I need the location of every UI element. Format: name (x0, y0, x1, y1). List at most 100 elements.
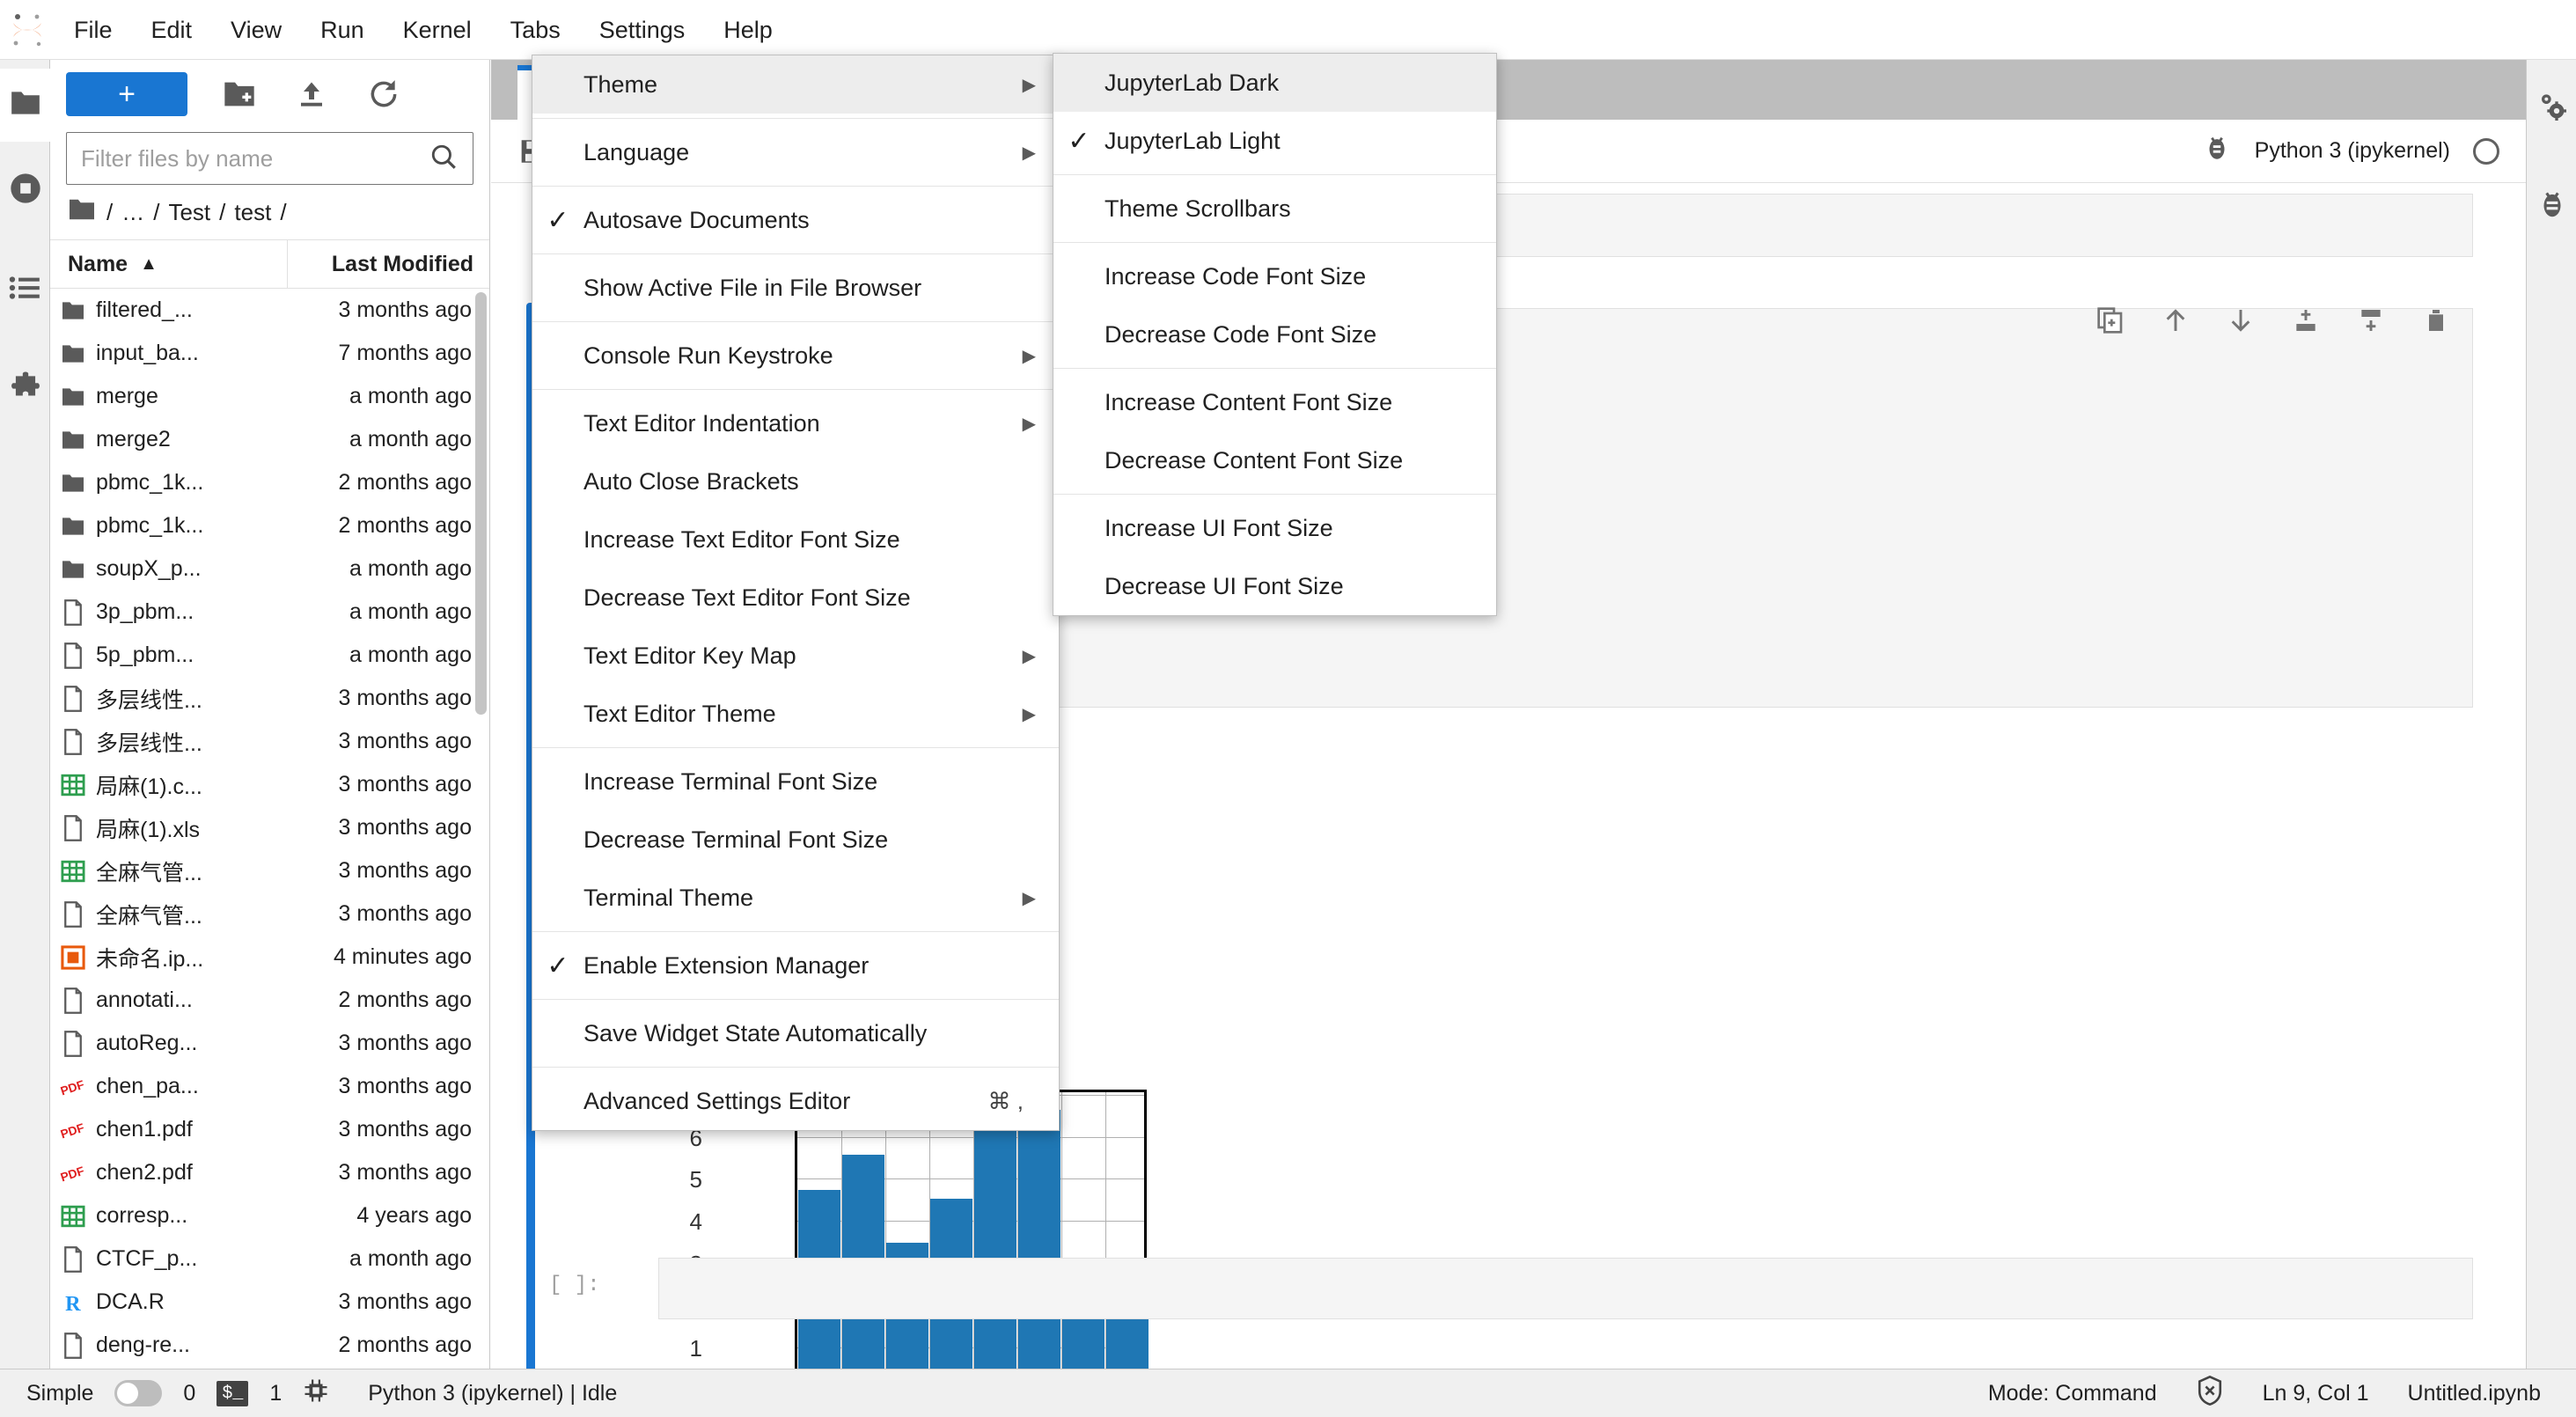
refresh-file-list-button[interactable] (363, 74, 404, 114)
menu-help[interactable]: Help (704, 0, 792, 60)
terminal-icon[interactable]: $_ (217, 1380, 249, 1406)
file-list-item[interactable]: 全麻气管... 3 months ago (50, 849, 489, 892)
file-list-item[interactable]: 局麻(1).xls 3 months ago (50, 806, 489, 849)
breadcrumb-root[interactable]: / (106, 199, 113, 226)
menu-item-increase-terminal-font-size[interactable]: Increase Terminal Font Size (532, 753, 1059, 811)
upload-files-button[interactable] (291, 74, 332, 114)
file-list-item[interactable]: PDF chen_pa... 3 months ago (50, 1065, 489, 1108)
breadcrumb-ellipsis[interactable]: … (121, 199, 144, 226)
kernel-status-text[interactable]: Python 3 (ipykernel) | Idle (368, 1381, 617, 1406)
menu-item-save-widget-state-automatically[interactable]: Save Widget State Automatically (532, 1004, 1059, 1062)
sidebar-item-property-inspector[interactable] (2527, 72, 2576, 145)
duplicate-cell-icon[interactable] (2091, 301, 2130, 340)
scrollbar-thumb[interactable] (475, 292, 487, 715)
sidebar-item-table-of-contents[interactable] (0, 253, 50, 327)
file-filter-box[interactable] (66, 132, 473, 185)
move-cell-up-icon[interactable] (2156, 301, 2195, 340)
debugger-bug-icon[interactable] (2202, 133, 2232, 169)
file-list-item[interactable]: merge2 a month ago (50, 418, 489, 461)
file-list-item[interactable]: deng-re... 2 months ago (50, 1324, 489, 1367)
menu-kernel[interactable]: Kernel (384, 0, 491, 60)
menu-run[interactable]: Run (301, 0, 384, 60)
file-list-item[interactable]: 5p_pbm... a month ago (50, 634, 489, 677)
menu-item-increase-ui-font-size[interactable]: Increase UI Font Size (1053, 499, 1496, 557)
file-list[interactable]: filtered_... 3 months ago input_ba... 7 mon… (50, 289, 489, 1369)
menu-view[interactable]: View (211, 0, 301, 60)
menu-item-theme-scrollbars[interactable]: Theme Scrollbars (1053, 180, 1496, 238)
move-cell-down-icon[interactable] (2221, 301, 2260, 340)
file-list-item[interactable]: PDF chen1.pdf 3 months ago (50, 1108, 489, 1151)
file-list-item[interactable]: pbmc_1k... 2 months ago (50, 461, 489, 504)
menu-item-show-active-file-in-file-browser[interactable]: Show Active File in File Browser (532, 259, 1059, 317)
menu-file[interactable]: File (55, 0, 132, 60)
menu-item-increase-code-font-size[interactable]: Increase Code Font Size (1053, 247, 1496, 305)
file-list-item[interactable]: merge a month ago (50, 375, 489, 418)
menu-edit[interactable]: Edit (132, 0, 212, 60)
menu-item-enable-extension-manager[interactable]: ✓ Enable Extension Manager (532, 936, 1059, 995)
menu-item-theme[interactable]: Theme ▶ (532, 55, 1059, 114)
menu-item-text-editor-indentation[interactable]: Text Editor Indentation ▶ (532, 394, 1059, 452)
kernel-name-label[interactable]: Python 3 (ipykernel) (2255, 138, 2450, 164)
column-header-name[interactable]: Name ▲ (50, 252, 287, 277)
terminals-count[interactable]: 0 (183, 1381, 195, 1406)
theme-submenu-dropdown[interactable]: JupyterLab Dark ✓ JupyterLab Light Theme Sc… (1053, 53, 1497, 616)
not-trusted-shield-icon[interactable] (2196, 1375, 2224, 1412)
sidebar-item-debugger[interactable] (2527, 170, 2576, 243)
search-input[interactable] (81, 144, 429, 173)
menu-item-terminal-theme[interactable]: Terminal Theme ▶ (532, 869, 1059, 927)
menu-item-decrease-text-editor-font-size[interactable]: Decrease Text Editor Font Size (532, 569, 1059, 627)
cell-input-empty[interactable] (658, 1258, 2473, 1319)
file-list-item[interactable]: 全麻气管... 3 months ago (50, 892, 489, 936)
menu-item-auto-close-brackets[interactable]: Auto Close Brackets (532, 452, 1059, 510)
file-list-item[interactable]: 多层线性... 3 months ago (50, 720, 489, 763)
file-list-scrollbar[interactable] (475, 289, 487, 1369)
file-list-item[interactable]: pbmc_1k... 2 months ago (50, 504, 489, 547)
notebook-cell-empty[interactable]: [ ]: (526, 1258, 2473, 1319)
menu-item-text-editor-theme[interactable]: Text Editor Theme ▶ (532, 685, 1059, 743)
sidebar-item-file-browser[interactable] (0, 69, 50, 142)
file-list-item[interactable]: PDF chen2.pdf 3 months ago (50, 1151, 489, 1194)
menu-item-autosave-documents[interactable]: ✓ Autosave Documents (532, 191, 1059, 249)
menu-item-decrease-code-font-size[interactable]: Decrease Code Font Size (1053, 305, 1496, 363)
menu-item-jupyterlab-light[interactable]: ✓ JupyterLab Light (1053, 112, 1496, 170)
menu-settings[interactable]: Settings (579, 0, 705, 60)
file-list-item[interactable]: soupX_p... a month ago (50, 547, 489, 591)
menu-tabs[interactable]: Tabs (491, 0, 580, 60)
file-list-item[interactable]: autoReg... 3 months ago (50, 1022, 489, 1065)
menu-item-language[interactable]: Language ▶ (532, 123, 1059, 181)
menu-item-jupyterlab-dark[interactable]: JupyterLab Dark (1053, 54, 1496, 112)
new-launcher-button[interactable]: + (66, 72, 187, 116)
notebook-filename[interactable]: Untitled.ipynb (2408, 1381, 2541, 1406)
kernels-count[interactable]: 1 (269, 1381, 282, 1406)
delete-cell-icon[interactable] (2417, 301, 2455, 340)
column-header-last-modified[interactable]: Last Modified (287, 239, 489, 289)
file-list-item[interactable]: annotati... 2 months ago (50, 979, 489, 1022)
insert-cell-below-icon[interactable] (2352, 301, 2390, 340)
file-list-item[interactable]: filtered_... 3 months ago (50, 289, 489, 332)
menu-item-increase-content-font-size[interactable]: Increase Content Font Size (1053, 373, 1496, 431)
simple-mode-toggle[interactable] (114, 1380, 163, 1406)
file-list-item[interactable]: CTCF_p... a month ago (50, 1237, 489, 1281)
file-list-item[interactable]: R DCA.R 3 months ago (50, 1281, 489, 1324)
file-list-item[interactable]: corresp... 4 years ago (50, 1194, 489, 1237)
file-list-item[interactable]: input_ba... 7 months ago (50, 332, 489, 375)
file-list-item[interactable]: 局麻(1).c... 3 months ago (50, 763, 489, 806)
file-list-item[interactable]: 多层线性... 3 months ago (50, 677, 489, 720)
menu-item-increase-text-editor-font-size[interactable]: Increase Text Editor Font Size (532, 510, 1059, 569)
new-folder-button[interactable] (219, 74, 260, 114)
notebook-mode-label[interactable]: Mode: Command (1988, 1381, 2157, 1406)
file-list-item[interactable]: 3p_pbm... a month ago (50, 591, 489, 634)
menu-item-decrease-ui-font-size[interactable]: Decrease UI Font Size (1053, 557, 1496, 615)
breadcrumb-test-lower[interactable]: test (234, 199, 271, 226)
menu-item-advanced-settings-editor[interactable]: Advanced Settings Editor ⌘ , (532, 1072, 1059, 1130)
sidebar-item-running-sessions[interactable] (0, 154, 50, 227)
breadcrumb-test[interactable]: Test (168, 199, 210, 226)
settings-menu-dropdown[interactable]: Theme ▶ Language ▶ ✓ Autosave Documents Show A… (532, 55, 1060, 1131)
cursor-position[interactable]: Ln 9, Col 1 (2263, 1381, 2369, 1406)
menu-item-decrease-content-font-size[interactable]: Decrease Content Font Size (1053, 431, 1496, 489)
insert-cell-above-icon[interactable] (2286, 301, 2325, 340)
menu-item-text-editor-key-map[interactable]: Text Editor Key Map ▶ (532, 627, 1059, 685)
file-list-item[interactable]: 未命名.ip... 4 minutes ago (50, 936, 489, 979)
cpu-chip-icon[interactable] (303, 1377, 329, 1410)
sidebar-item-extension-manager[interactable] (0, 353, 50, 426)
